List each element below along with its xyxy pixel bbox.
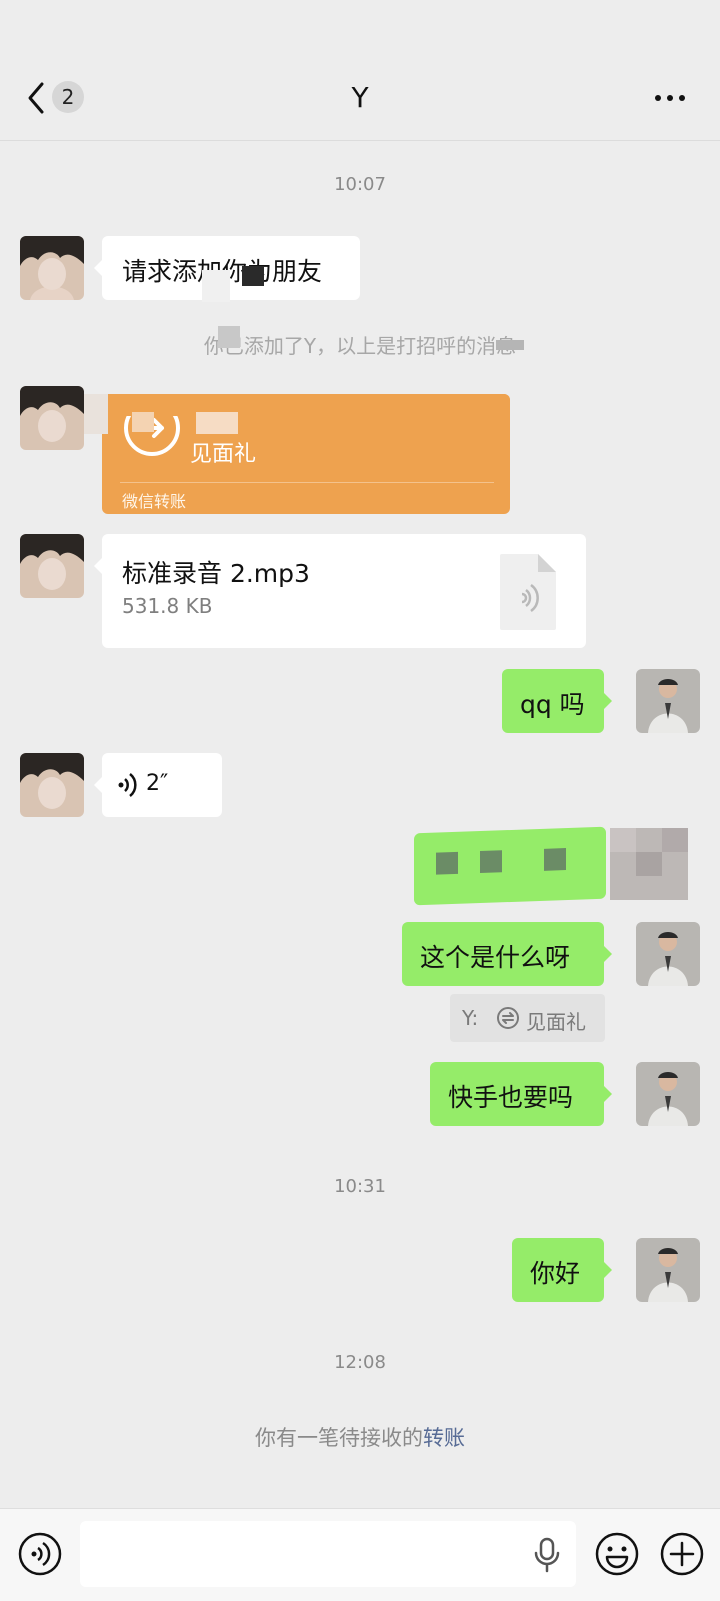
timestamp: 10:07 xyxy=(334,174,386,195)
message-text: qq 吗 xyxy=(520,690,585,719)
transfer-link[interactable]: 转账 xyxy=(423,1426,465,1450)
message-text: 快手也要吗 xyxy=(448,1083,574,1112)
file-name: 标准录音 2.mp3 xyxy=(122,559,310,588)
timestamp: 10:31 xyxy=(334,1176,386,1197)
friend-avatar[interactable] xyxy=(20,386,84,450)
message-input[interactable] xyxy=(80,1521,576,1587)
file-bubble[interactable]: 标准录音 2.mp3 531.8 KB xyxy=(94,534,586,648)
mosaic-patch xyxy=(84,394,108,434)
pending-transfer-notice: 你有一笔待接收的转账 xyxy=(0,1422,720,1452)
emoji-icon[interactable] xyxy=(594,1531,640,1577)
mosaic-patch xyxy=(102,394,510,416)
my-message-bubble[interactable]: 你好 xyxy=(512,1238,612,1302)
microphone-icon[interactable] xyxy=(532,1537,562,1573)
transfer-footer: 微信转账 xyxy=(122,492,187,511)
my-avatar[interactable] xyxy=(636,922,700,986)
my-message-bubble[interactable]: 这个是什么呀 xyxy=(402,922,612,986)
message-text: 这个是什么呀 xyxy=(420,943,571,972)
top-bar xyxy=(0,0,720,141)
voice-duration: 2″ xyxy=(146,771,169,796)
mosaic-patch xyxy=(436,851,458,875)
friend-avatar[interactable] xyxy=(20,236,84,300)
my-message-bubble[interactable]: 快手也要吗 xyxy=(430,1062,612,1126)
my-avatar[interactable] xyxy=(636,1062,700,1126)
quote-text: 见面礼 xyxy=(526,1010,586,1034)
mosaic-patch xyxy=(480,850,502,874)
mosaic-patch xyxy=(196,412,238,434)
mosaic-patch xyxy=(218,326,240,348)
mosaic-patch xyxy=(544,848,566,871)
chat-title: Y xyxy=(351,81,369,114)
transfer-small-icon xyxy=(497,1007,519,1029)
quote-prefix: Y: xyxy=(462,1006,479,1030)
voice-input-icon[interactable] xyxy=(18,1532,62,1576)
mosaic-patch xyxy=(496,340,524,350)
system-notice: 你已添加了Y，以上是打招呼的消息 xyxy=(203,334,517,358)
my-message-bubble[interactable]: qq 吗 xyxy=(502,669,612,733)
friend-request-bubble[interactable]: 请求添加你为朋友 xyxy=(94,236,360,302)
transfer-card[interactable]: 见面礼 微信转账 xyxy=(102,394,510,514)
friend-avatar[interactable] xyxy=(20,534,84,598)
message-text: 你好 xyxy=(530,1259,581,1288)
my-avatar[interactable] xyxy=(636,1238,700,1302)
mosaic-patch xyxy=(132,412,154,432)
more-icon[interactable] xyxy=(650,78,690,118)
friend-avatar[interactable] xyxy=(20,753,84,817)
file-size: 531.8 KB xyxy=(122,594,213,618)
transfer-divider xyxy=(120,482,494,483)
transfer-title: 见面礼 xyxy=(190,442,257,467)
voice-message-bubble[interactable]: 2″ xyxy=(94,753,222,817)
my-avatar[interactable] xyxy=(636,669,700,733)
timestamp: 12:08 xyxy=(334,1352,386,1373)
mosaic-patch xyxy=(242,266,264,286)
redacted-message-bubble[interactable] xyxy=(414,826,606,906)
redacted-avatar[interactable] xyxy=(610,828,688,900)
plus-icon[interactable] xyxy=(659,1531,705,1577)
quoted-message[interactable]: Y: 见面礼 xyxy=(450,994,605,1042)
voice-wave-icon xyxy=(118,773,137,797)
pending-text: 你有一笔待接收的 xyxy=(255,1426,423,1450)
audio-file-icon xyxy=(500,554,556,630)
unread-count-badge[interactable]: 2 xyxy=(52,81,84,113)
mosaic-patch xyxy=(202,270,230,302)
